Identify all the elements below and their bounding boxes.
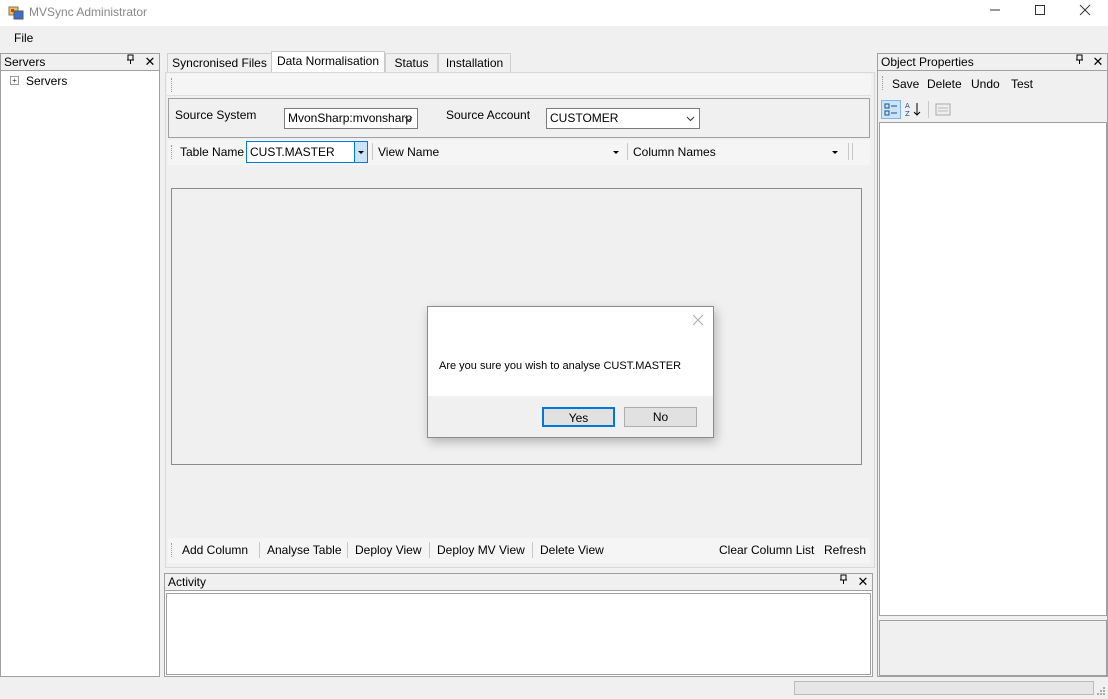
source-system-value: MvonSharp:mvonsharp <box>288 111 413 125</box>
minimize-button[interactable] <box>972 0 1018 26</box>
confirm-dialog: Are you sure you wish to analyse CUST.MA… <box>427 306 714 438</box>
close-panel-icon[interactable]: ✕ <box>856 574 870 590</box>
tab-data-normalisation[interactable]: Data Normalisation <box>271 51 385 74</box>
delete-view-button[interactable]: Delete View <box>540 543 604 557</box>
dialog-footer: Yes No <box>428 396 713 437</box>
dialog-message: Are you sure you wish to analyse CUST.MA… <box>439 360 682 372</box>
progress-bar <box>794 681 1094 695</box>
activity-panel: Activity ✕ <box>164 573 873 677</box>
pin-icon[interactable] <box>836 574 850 590</box>
status-bar <box>0 677 1108 699</box>
svg-text:Z: Z <box>905 110 910 118</box>
sort-alphabetical-icon[interactable]: A Z <box>903 100 923 119</box>
toolbar-separator <box>848 143 849 160</box>
properties-delete-button[interactable]: Delete <box>927 77 962 91</box>
window-title: MVSync Administrator <box>29 5 148 19</box>
chevron-down-icon <box>404 109 413 128</box>
activity-log[interactable] <box>166 593 871 675</box>
property-pages-icon[interactable] <box>933 100 953 119</box>
property-grid[interactable] <box>879 122 1107 616</box>
source-account-value: CUSTOMER <box>550 111 619 125</box>
tab-installation[interactable]: Installation <box>438 53 511 73</box>
source-account-label: Source Account <box>446 108 531 122</box>
tab-status[interactable]: Status <box>385 53 438 73</box>
servers-panel-title: Servers <box>4 55 46 69</box>
source-system-combo[interactable]: MvonSharp:mvonsharp <box>284 108 418 129</box>
table-name-value: CUST.MASTER <box>250 145 335 159</box>
tree-expand-icon[interactable]: + <box>10 76 19 85</box>
view-name-label: View Name <box>378 145 440 159</box>
menu-bar: File <box>0 26 1108 50</box>
toolbar-grip[interactable] <box>882 76 885 90</box>
toolbar-separator <box>532 542 533 558</box>
source-account-combo[interactable]: CUSTOMER <box>546 108 700 129</box>
chevron-down-icon <box>830 142 840 165</box>
tree-node-servers[interactable]: Servers <box>26 74 67 88</box>
svg-text:A: A <box>905 102 910 110</box>
close-icon[interactable] <box>691 313 705 327</box>
properties-panel-header: Object Properties ✕ <box>878 54 1107 71</box>
analyse-table-button[interactable]: Analyse Table <box>267 543 342 557</box>
properties-panel-title: Object Properties <box>881 55 974 69</box>
toolbar-separator <box>347 542 348 558</box>
column-names-combo[interactable] <box>718 142 842 162</box>
toolbar-separator <box>928 101 929 118</box>
properties-test-button[interactable]: Test <box>1011 77 1033 91</box>
maximize-button[interactable] <box>1017 0 1063 26</box>
menu-file[interactable]: File <box>14 31 33 45</box>
close-panel-icon[interactable]: ✕ <box>1091 54 1105 70</box>
deploy-mv-view-button[interactable]: Deploy MV View <box>437 543 525 557</box>
toolbar-grip[interactable] <box>171 543 174 557</box>
tab-syncronised-files[interactable]: Syncronised Files <box>167 53 272 73</box>
close-panel-icon[interactable]: ✕ <box>143 54 157 70</box>
property-description <box>879 620 1107 676</box>
chevron-down-icon <box>611 142 621 165</box>
refresh-button[interactable]: Refresh <box>824 543 866 557</box>
activity-panel-header: Activity ✕ <box>165 574 872 591</box>
toolbar-separator <box>259 542 260 558</box>
add-column-button[interactable]: Add Column <box>182 543 248 557</box>
servers-panel-header: Servers ✕ <box>1 54 159 71</box>
properties-undo-button[interactable]: Undo <box>971 77 1000 91</box>
chevron-down-icon <box>686 109 695 128</box>
categorized-icon[interactable] <box>881 100 901 119</box>
close-window-button[interactable] <box>1062 0 1108 26</box>
chevron-down-icon[interactable] <box>354 142 367 162</box>
table-name-combo[interactable]: CUST.MASTER <box>246 141 368 163</box>
view-name-combo[interactable] <box>443 142 623 162</box>
properties-save-button[interactable]: Save <box>892 77 919 91</box>
clear-column-list-button[interactable]: Clear Column List <box>719 543 814 557</box>
toolbar-separator <box>852 143 853 160</box>
activity-panel-title: Activity <box>168 575 207 589</box>
object-properties-panel: Object Properties ✕ Save Delete Undo Tes… <box>877 53 1108 677</box>
servers-panel: Servers ✕ <box>0 53 160 677</box>
toolbar-grip[interactable] <box>171 145 174 159</box>
resize-grip-icon[interactable] <box>1096 684 1106 696</box>
app-icon <box>8 5 24 21</box>
table-name-label: Table Name <box>180 145 245 159</box>
toolbar-separator <box>627 143 628 160</box>
deploy-view-button[interactable]: Deploy View <box>355 543 421 557</box>
toolbar-separator <box>372 143 373 160</box>
toolbar-separator <box>429 542 430 558</box>
pin-icon[interactable] <box>1072 54 1086 70</box>
yes-button[interactable]: Yes <box>542 407 615 427</box>
top-toolbar <box>167 74 871 96</box>
column-names-label: Column Names <box>633 145 716 159</box>
title-bar: MVSync Administrator <box>0 0 1108 26</box>
source-system-label: Source System <box>175 108 257 122</box>
pin-icon[interactable] <box>123 54 137 70</box>
no-button[interactable]: No <box>624 407 697 427</box>
toolbar-grip[interactable] <box>171 78 174 92</box>
